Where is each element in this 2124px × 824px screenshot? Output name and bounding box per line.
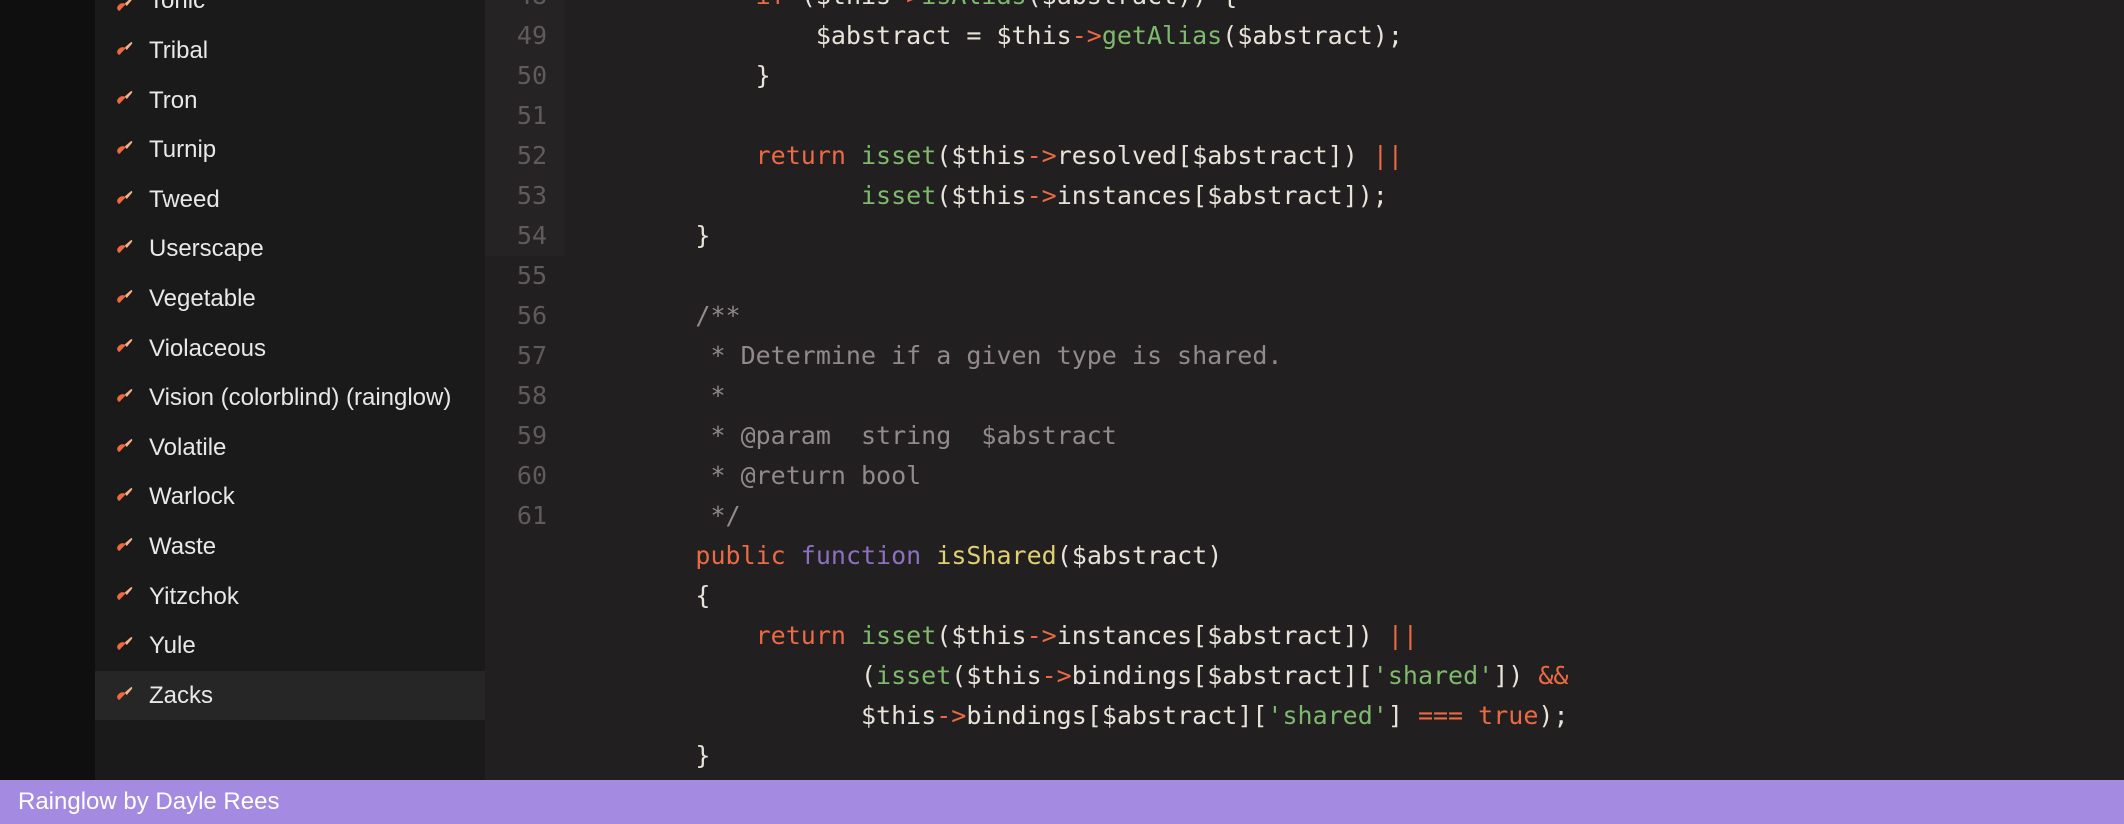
theme-item[interactable]: Yule [95, 621, 485, 671]
status-bar: Rainglow by Dayle Rees [0, 780, 2124, 824]
palette-icon [113, 288, 135, 310]
palette-icon [113, 437, 135, 459]
theme-label: Tonic [149, 0, 205, 18]
theme-item[interactable]: Violaceous [95, 324, 485, 374]
code-line[interactable] [575, 96, 2124, 136]
palette-icon [113, 585, 135, 607]
palette-icon [113, 387, 135, 409]
theme-label: Userscape [149, 232, 264, 266]
code-line[interactable]: * Determine if a given type is shared. [575, 336, 2124, 376]
theme-item[interactable]: Waste [95, 522, 485, 572]
code-line[interactable]: { [575, 576, 2124, 616]
theme-label: Yitzchok [149, 580, 239, 614]
theme-label: Volatile [149, 431, 226, 465]
code-line[interactable]: isset($this->instances[$abstract]); [575, 176, 2124, 216]
code-line[interactable]: */ [575, 496, 2124, 536]
code-line[interactable]: * [575, 376, 2124, 416]
theme-item[interactable]: Yitzchok [95, 572, 485, 622]
theme-item[interactable]: Tribal [95, 26, 485, 76]
theme-label: Warlock [149, 480, 235, 514]
sidebar: Tonic Tribal Tron Turnip Tweed Userscape Veget… [0, 0, 485, 780]
code-line[interactable] [575, 256, 2124, 296]
theme-item[interactable]: Tweed [95, 175, 485, 225]
code-line[interactable]: (isset($this->bindings[$abstract]['share… [575, 656, 2124, 696]
code-line[interactable]: $abstract = $this->getAlias($abstract); [575, 16, 2124, 56]
palette-icon [113, 89, 135, 111]
code-line[interactable]: return isset($this->resolved[$abstract])… [575, 136, 2124, 176]
theme-item[interactable]: Turnip [95, 125, 485, 175]
status-text: Rainglow by Dayle Rees [18, 788, 279, 816]
palette-icon [113, 635, 135, 657]
theme-label: Tweed [149, 183, 220, 217]
code-line[interactable]: if ($this->isAlias($abstract)) { [575, 0, 2124, 16]
code-line[interactable]: $this->bindings[$abstract]['shared'] ===… [575, 696, 2124, 736]
code-line[interactable]: } [575, 56, 2124, 96]
theme-item[interactable]: Vision (colorblind) (rainglow) [95, 373, 485, 423]
theme-label: Vegetable [149, 282, 256, 316]
palette-icon [113, 536, 135, 558]
palette-icon [113, 0, 135, 18]
theme-label: Tron [149, 84, 197, 118]
line-gutter: 4849505152535455565758596061 [485, 0, 565, 780]
theme-item[interactable]: Tonic [95, 0, 485, 26]
code-line[interactable]: * @return bool [575, 456, 2124, 496]
code-line[interactable]: return isset($this->instances[$abstract]… [575, 616, 2124, 656]
palette-icon [113, 189, 135, 211]
code-line[interactable]: /** [575, 296, 2124, 336]
code-editor[interactable]: 4849505152535455565758596061 if ($this->… [485, 0, 2124, 780]
theme-label: Waste [149, 530, 216, 564]
palette-icon [113, 337, 135, 359]
theme-label: Yule [149, 629, 196, 663]
palette-icon [113, 685, 135, 707]
theme-item[interactable]: Zacks [95, 671, 485, 721]
code-line[interactable]: * @param string $abstract [575, 416, 2124, 456]
palette-icon [113, 238, 135, 260]
theme-label: Zacks [149, 679, 213, 713]
code-area[interactable]: if ($this->isAlias($abstract)) { $abstra… [565, 0, 2124, 780]
theme-item[interactable]: Vegetable [95, 274, 485, 324]
theme-label: Tribal [149, 34, 208, 68]
palette-icon [113, 40, 135, 62]
theme-item[interactable]: Tron [95, 76, 485, 126]
palette-icon [113, 486, 135, 508]
theme-label: Vision (colorblind) (rainglow) [149, 381, 451, 415]
theme-item[interactable]: Userscape [95, 224, 485, 274]
theme-item[interactable]: Volatile [95, 423, 485, 473]
code-line[interactable]: } [575, 736, 2124, 776]
palette-icon [113, 139, 135, 161]
theme-label: Violaceous [149, 332, 266, 366]
code-line[interactable]: public function isShared($abstract) [575, 536, 2124, 576]
code-line[interactable]: } [575, 216, 2124, 256]
theme-label: Turnip [149, 133, 216, 167]
sidebar-bottom-gap [95, 740, 485, 780]
theme-item[interactable]: Warlock [95, 472, 485, 522]
